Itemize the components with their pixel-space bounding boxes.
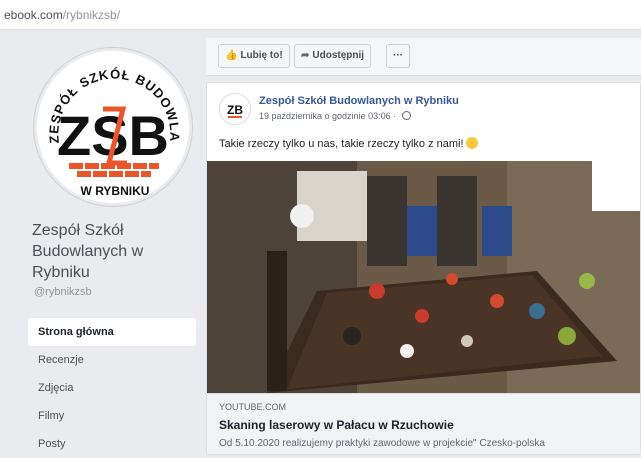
share-arrow-icon: ➦ — [301, 50, 310, 61]
link-preview[interactable]: YOUTUBE.COM Skaning laserowy w Pałacu w … — [207, 393, 640, 454]
smile-emoji-icon — [465, 137, 478, 149]
page-nav: Strona główna Recenzje Zdjęcia Filmy Pos… — [28, 318, 196, 458]
logo-letters: ZSB — [57, 104, 169, 167]
globe-icon — [401, 111, 411, 120]
nav-item-photos[interactable]: Zdjęcia — [28, 374, 196, 402]
post-avatar[interactable]: ZB — [219, 93, 251, 125]
link-domain: YOUTUBE.COM — [219, 402, 287, 412]
nav-item-posts[interactable]: Posty — [28, 430, 196, 458]
nav-item-home[interactable]: Strona główna — [28, 318, 196, 346]
nav-item-videos[interactable]: Filmy — [28, 402, 196, 430]
page-action-bar: 👍 Lubię to! ➦ Udostępnij ··· — [206, 38, 641, 76]
share-button[interactable]: ➦ Udostępnij — [294, 44, 372, 68]
profile-picture[interactable]: ZESPÓŁ SZKÓŁ BUDOWLANYCH ZSB — [34, 48, 192, 206]
post-card: ZB Zespół Szkół Budowlanych w Rybniku 19… — [206, 82, 641, 455]
link-title[interactable]: Skaning laserowy w Pałacu w Rzuchowie — [219, 418, 454, 432]
page-handle[interactable]: @rybnikzsb — [34, 286, 92, 298]
avatar-letters: ZB — [227, 103, 243, 117]
post-timestamp[interactable]: 19 października o godzinie 03:06 · — [259, 111, 411, 121]
url-text[interactable]: ebook.com/rybnikzsb/ — [4, 8, 120, 22]
post-photo[interactable] — [207, 161, 640, 393]
page-sidebar: ZESPÓŁ SZKÓŁ BUDOWLANYCH ZSB — [24, 40, 204, 455]
nav-item-reviews[interactable]: Recenzje — [28, 346, 196, 374]
zsb-logo: ZESPÓŁ SZKÓŁ BUDOWLANYCH ZSB — [37, 51, 189, 203]
logo-bottom-text: W RYBNIKU — [81, 184, 150, 198]
link-description: Od 5.10.2020 realizujemy praktyki zawodo… — [219, 438, 545, 449]
page-name[interactable]: Zespół Szkół Budowlanych w Rybniku — [32, 220, 202, 283]
thumbs-up-icon: 👍 — [225, 50, 238, 61]
post-author[interactable]: Zespół Szkół Budowlanych w Rybniku — [259, 95, 459, 107]
post-text: Takie rzeczy tylko u nas, takie rzeczy t… — [219, 137, 478, 150]
browser-address-bar[interactable]: ebook.com/rybnikzsb/ — [0, 0, 641, 30]
facebook-page: ZESPÓŁ SZKÓŁ BUDOWLANYCH ZSB — [0, 30, 641, 455]
like-button[interactable]: 👍 Lubię to! — [218, 44, 290, 68]
more-button[interactable]: ··· — [386, 44, 410, 68]
